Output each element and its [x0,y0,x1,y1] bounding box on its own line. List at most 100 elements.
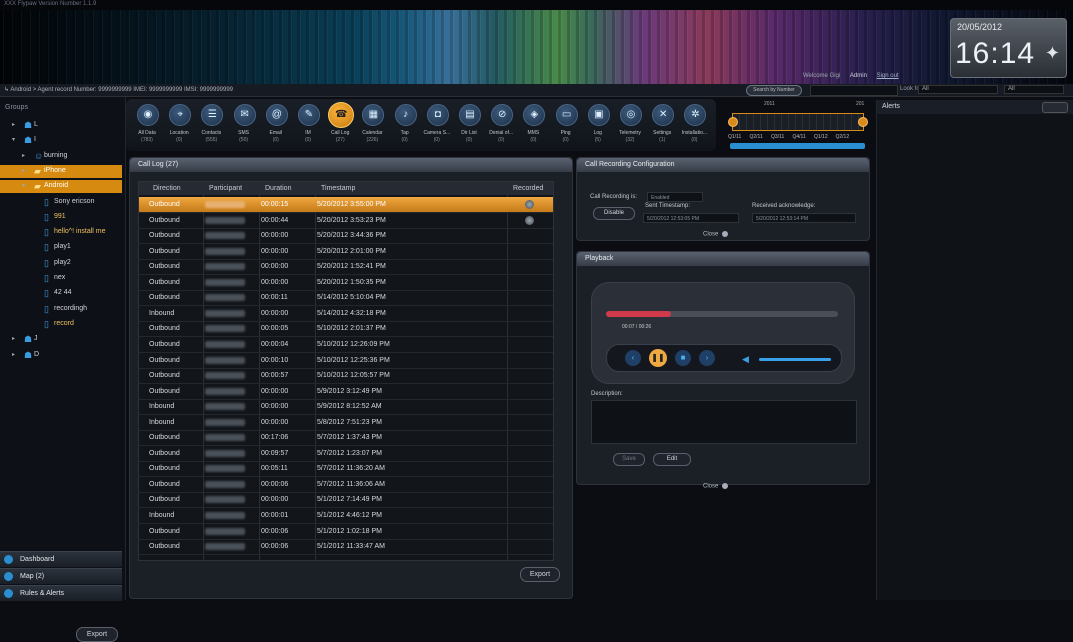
table-row[interactable]: Outbound 00:00:00 5/20/2012 1:50:35 PM [139,275,553,291]
table-row[interactable]: Outbound 00:00:57 5/10/2012 12:05:57 PM [139,368,553,385]
toolbar-all-data[interactable]: ◉ All Data (783) [132,101,162,147]
timeline-track[interactable] [732,113,864,131]
sidebar-tree-item[interactable]: ▯ 42 44 [0,287,122,300]
expand-arrow-icon[interactable]: ▸ [12,121,15,128]
toolbar-ping[interactable]: ▭ Ping (0) [551,101,581,147]
nav-dashboard[interactable]: Dashboard [0,551,122,567]
table-row[interactable]: Outbound 00:17:06 5/7/2012 1:37:43 PM [139,430,553,447]
sidebar-tree-item[interactable]: ▾ ☗ I [0,134,122,147]
column-duration[interactable]: Duration [265,185,291,192]
expand-arrow-icon[interactable]: ▸ [12,335,15,342]
expand-arrow-icon[interactable]: ▸ [22,152,25,159]
sidebar-tree-item[interactable]: ▾ ▰ Android [0,180,122,194]
table-row[interactable]: Outbound 00:00:06 5/1/2012 1:02:18 PM [139,524,553,540]
recorded-icon[interactable] [525,200,534,209]
sidebar-tree-item[interactable]: ▸ ☗ J [0,333,122,346]
table-row[interactable]: Inbound 00:00:00 5/9/2012 8:12:52 AM [139,399,553,416]
table-row[interactable]: Outbound 00:00:00 5/20/2012 2:01:00 PM [139,244,553,260]
toolbar-mms[interactable]: ◈ MMS (0) [518,101,548,147]
table-row[interactable]: Outbound 00:00:00 5/1/2012 7:14:49 PM [139,492,553,509]
timeline-end-handle[interactable] [858,117,868,127]
table-row[interactable]: Outbound 00:00:15 5/20/2012 3:55:00 PM [139,197,553,213]
toolbar-settings[interactable]: ✕ Settings (1) [647,101,677,147]
table-row[interactable]: Inbound 00:00:00 5/14/2012 4:32:18 PM [139,306,553,322]
sidebar-tree-item[interactable]: ▸ ☗ L [0,119,122,132]
export-calls-button[interactable]: Export [520,567,560,582]
save-description-button[interactable]: Save [613,453,645,466]
sign-out-link[interactable]: Sign out [877,73,899,79]
table-row[interactable]: Outbound 00:05:11 5/7/2012 11:36:20 AM [139,461,553,478]
search-number-button[interactable]: Search by Number [746,85,802,96]
sidebar-tree-item[interactable]: ▸ ▰ iPhone [0,164,122,178]
stop-icon[interactable]: ■ [675,350,691,366]
close-playback-button[interactable]: Close [703,483,729,490]
volume-slider[interactable] [759,358,831,361]
timeline-start-handle[interactable] [728,117,738,127]
nav-map[interactable]: Map (2) [0,568,122,584]
toolbar-email[interactable]: @ Email (0) [261,101,291,147]
user-name[interactable]: Admin [850,73,867,79]
edit-description-button[interactable]: Edit [653,453,691,466]
sidebar-tree-item[interactable]: ▸ ☗ D [0,349,122,362]
collapse-arrow-icon[interactable]: ▾ [12,136,15,143]
toolbar-location[interactable]: ⌖ Location (0) [164,101,194,147]
column-timestamp[interactable]: Timestamp [321,185,355,192]
toolbar-sms[interactable]: ✉ SMS (50) [229,101,259,147]
sidebar-tree-item[interactable]: ▯ 991 [0,211,122,224]
toolbar-call-log[interactable]: ☎ Call Log (27) [325,101,355,147]
table-row[interactable]: Outbound 00:00:04 5/10/2012 12:26:09 PM [139,337,553,353]
table-row[interactable]: Inbound 00:00:00 5/8/2012 7:51:23 PM [139,415,553,431]
toolbar-dir-list[interactable]: ▤ Dir List (0) [454,101,484,147]
table-row[interactable]: Outbound 00:00:11 5/14/2012 5:10:04 PM [139,290,553,307]
table-row[interactable]: Outbound 00:00:00 5/20/2012 1:52:41 PM [139,259,553,276]
sidebar-tree-item[interactable]: ▯ nex [0,272,122,285]
table-row[interactable]: Outbound 00:00:05 5/10/2012 2:01:37 PM [139,321,553,338]
data-type-icon: ▣ [587,104,610,126]
sidebar-tree-item[interactable]: ▯ Sony ericson [0,196,122,209]
table-row[interactable]: Outbound 00:00:06 5/7/2012 11:36:06 AM [139,477,553,493]
sidebar-tree-item[interactable]: ▯ play2 [0,257,122,270]
nav-rules-alerts[interactable]: Rules & Alerts [0,585,122,601]
expand-arrow-icon[interactable]: ▸ [12,351,15,358]
export-groups-button[interactable]: Export [76,627,118,642]
collapse-arrow-icon[interactable]: ▾ [22,182,25,189]
previous-icon[interactable]: ‹ [625,350,641,366]
alerts-options-button[interactable] [1042,102,1068,113]
toolbar-log[interactable]: ▣ Log (5) [583,101,613,147]
sidebar-tree-item[interactable]: ▯ recordingh [0,303,122,316]
table-row[interactable]: Outbound 00:00:44 5/20/2012 3:53:23 PM [139,213,553,229]
timeline-range-bar[interactable] [730,143,865,149]
table-row[interactable]: Outbound 00:00:06 5/1/2012 11:33:47 AM [139,539,553,556]
column-participant[interactable]: Participant [209,185,242,192]
toolbar-im[interactable]: ✎ IM (0) [293,101,323,147]
table-row[interactable]: Outbound 00:00:00 5/20/2012 3:44:36 PM [139,228,553,245]
expand-arrow-icon[interactable]: ▸ [22,167,25,174]
close-config-button[interactable]: Close [703,231,729,238]
timeline[interactable]: 2011 201 Q1/11 Q2/11 Q3/11 Q4/11 Q1/12 Q2/12 [726,100,868,152]
table-row[interactable]: Outbound 00:00:00 5/9/2012 3:12:49 PM [139,384,553,400]
toolbar-tap[interactable]: ♪ Tap (0) [390,101,420,147]
disable-recording-button[interactable]: Disable [593,207,635,220]
sidebar-tree-item[interactable]: ▸ ☺ burning [0,150,122,163]
search-input[interactable] [810,85,898,96]
column-recorded[interactable]: Recorded [513,185,543,192]
toolbar-camera-s[interactable]: ◘ Camera S... (0) [422,101,452,147]
toolbar-installatio[interactable]: ✲ Installatio... (0) [679,101,709,147]
table-row[interactable]: Outbound 00:09:57 5/7/2012 1:23:07 PM [139,446,553,462]
table-row[interactable]: Inbound 00:00:01 5/1/2012 4:46:12 PM [139,508,553,524]
pause-icon[interactable]: ❚❚ [649,349,667,367]
table-row[interactable]: Outbound 00:00:10 5/10/2012 12:25:36 PM [139,353,553,369]
sidebar-tree-item[interactable]: ▯ play1 [0,241,122,254]
column-direction[interactable]: Direction [153,185,181,192]
recorded-icon[interactable] [525,215,534,225]
in-select[interactable]: All [1004,85,1064,94]
sidebar-tree-item[interactable]: ▯ record [0,318,122,331]
toolbar-contacts[interactable]: ☰ Contacts (555) [196,101,226,147]
toolbar-calendar[interactable]: ▦ Calendar (226) [357,101,387,147]
description-textarea[interactable] [591,400,857,444]
toolbar-denial-of[interactable]: ⊘ Denial of... (0) [486,101,516,147]
next-icon[interactable]: › [699,350,715,366]
toolbar-telemetry[interactable]: ◎ Telemetry (32) [615,101,645,147]
look-for-select[interactable]: All [918,85,998,94]
sidebar-tree-item[interactable]: ▯ hello^! install me [0,226,122,239]
